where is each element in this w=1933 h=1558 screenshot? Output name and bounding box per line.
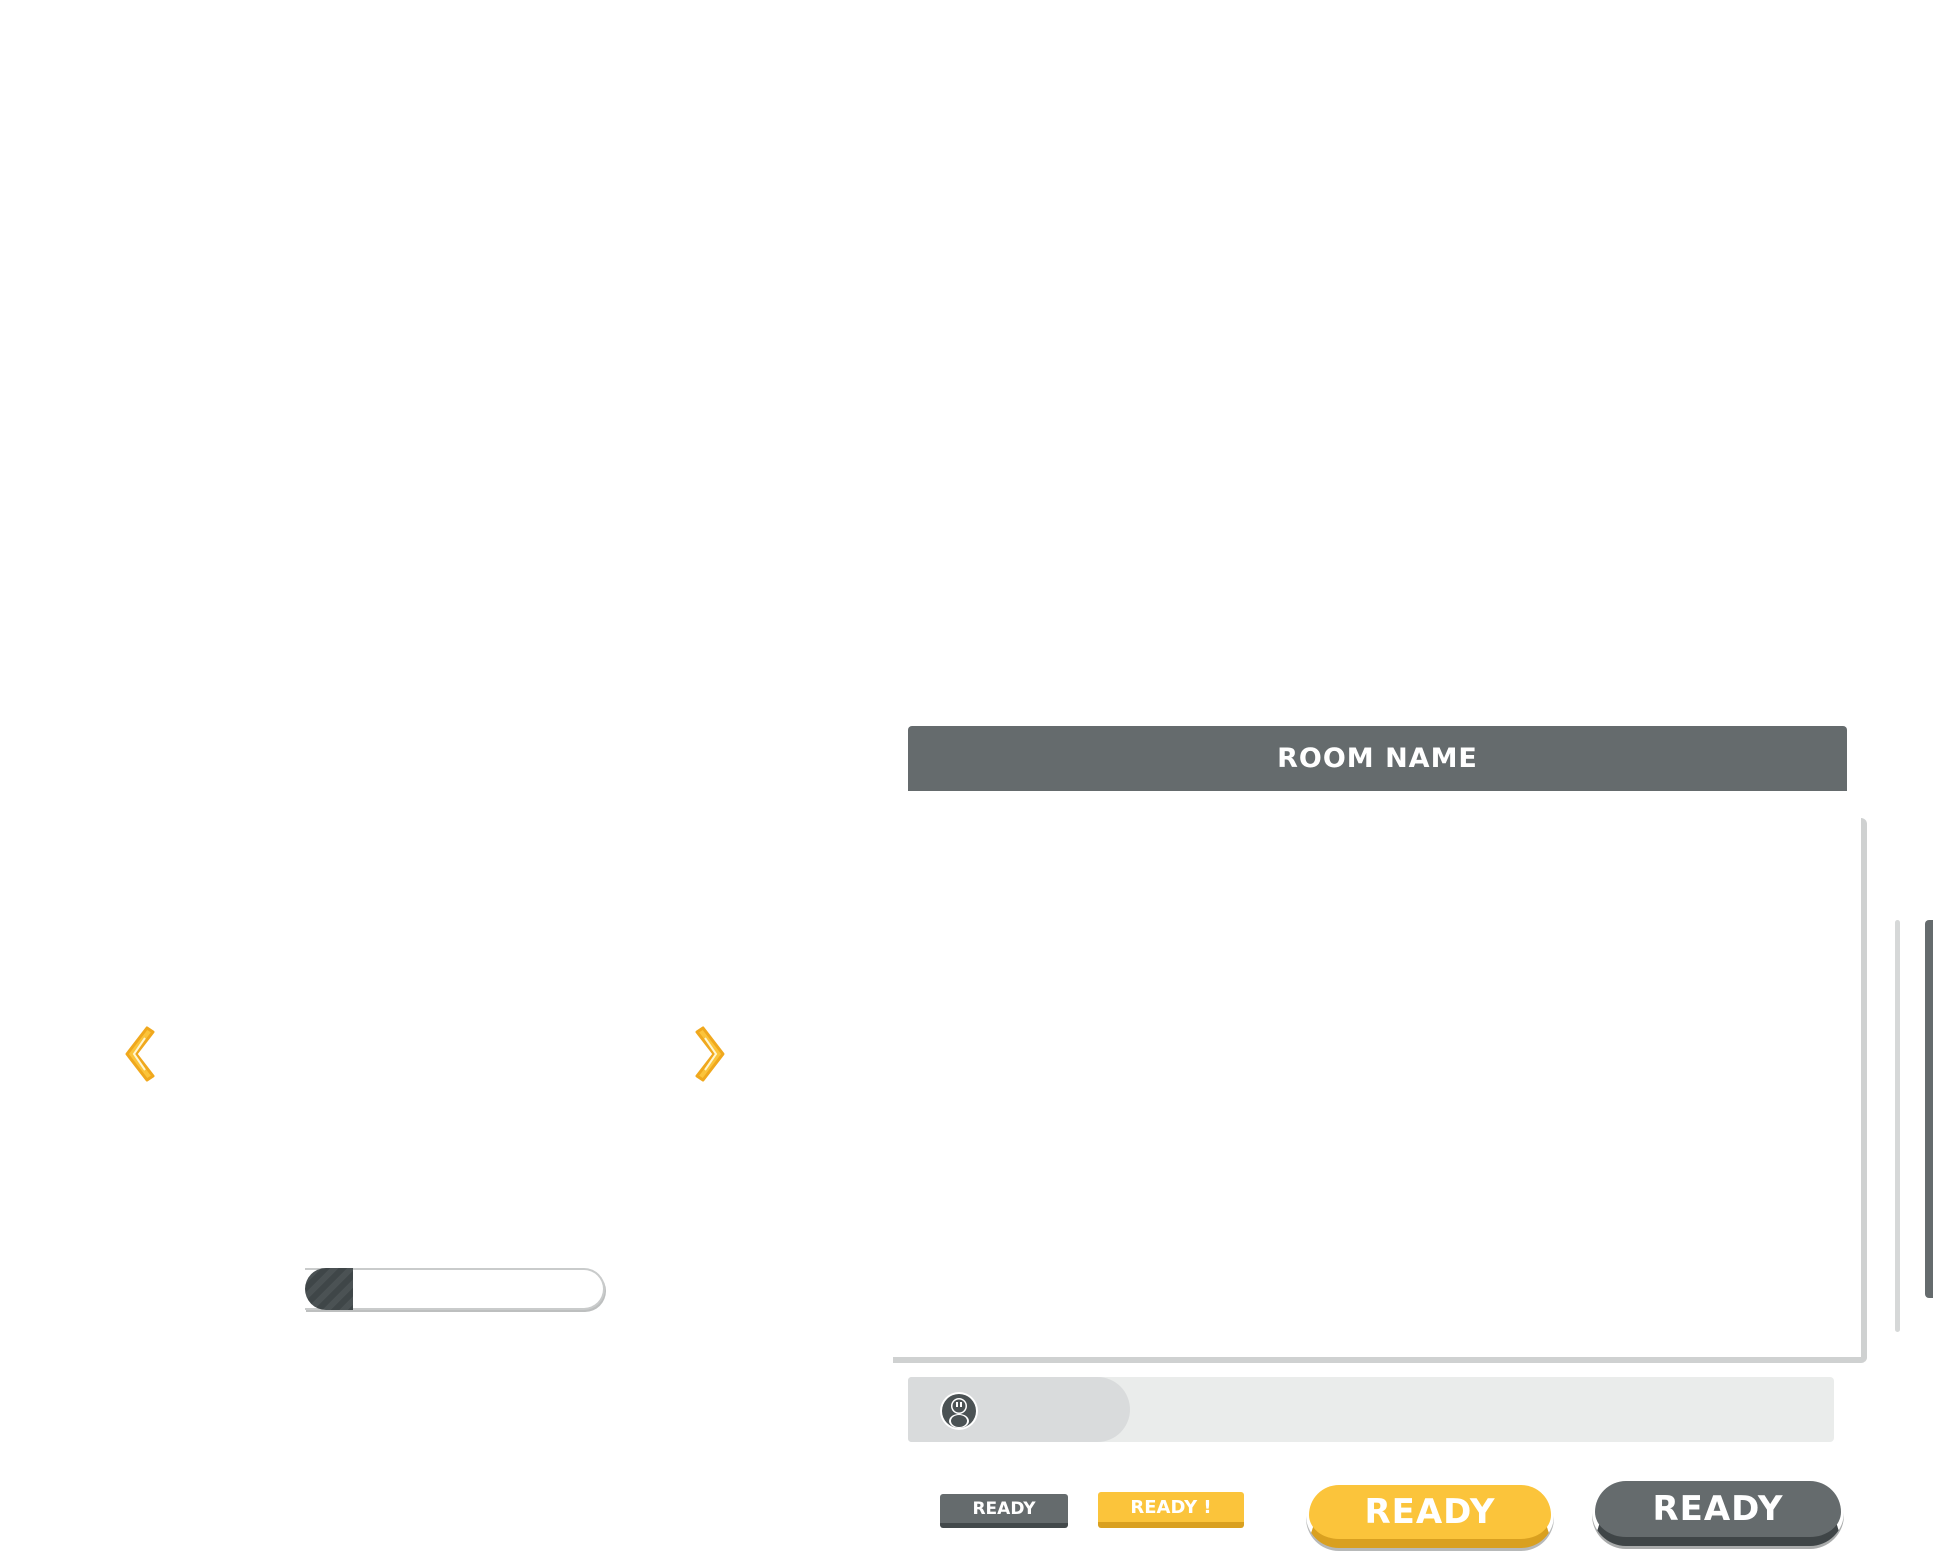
ready-button-small-grey[interactable]: READY <box>940 1494 1068 1528</box>
ready-button-large-grey[interactable]: READY <box>1592 1478 1844 1546</box>
double-chevron-left-icon[interactable] <box>117 1024 157 1084</box>
ready-button-large-yellow-label: READY <box>1364 1492 1496 1532</box>
ready-button-small-grey-label: READY <box>972 1498 1036 1519</box>
room-content-panel <box>893 818 1867 1363</box>
ready-button-small-yellow-label: READY ! <box>1130 1496 1212 1518</box>
volume-slider-fill[interactable] <box>305 1268 353 1310</box>
penguin-avatar-icon <box>939 1391 979 1431</box>
room-scrollbar-track[interactable] <box>1895 920 1900 1332</box>
ready-button-large-grey-label: READY <box>1652 1489 1784 1529</box>
ready-button-large-yellow[interactable]: READY <box>1306 1482 1554 1548</box>
double-chevron-right-icon[interactable] <box>693 1024 733 1084</box>
page-scrollbar-thumb[interactable] <box>1925 920 1933 1298</box>
room-name-title: ROOM NAME <box>1277 743 1478 774</box>
room-name-header: ROOM NAME <box>908 726 1847 791</box>
ready-button-small-yellow[interactable]: READY ! <box>1098 1492 1244 1528</box>
